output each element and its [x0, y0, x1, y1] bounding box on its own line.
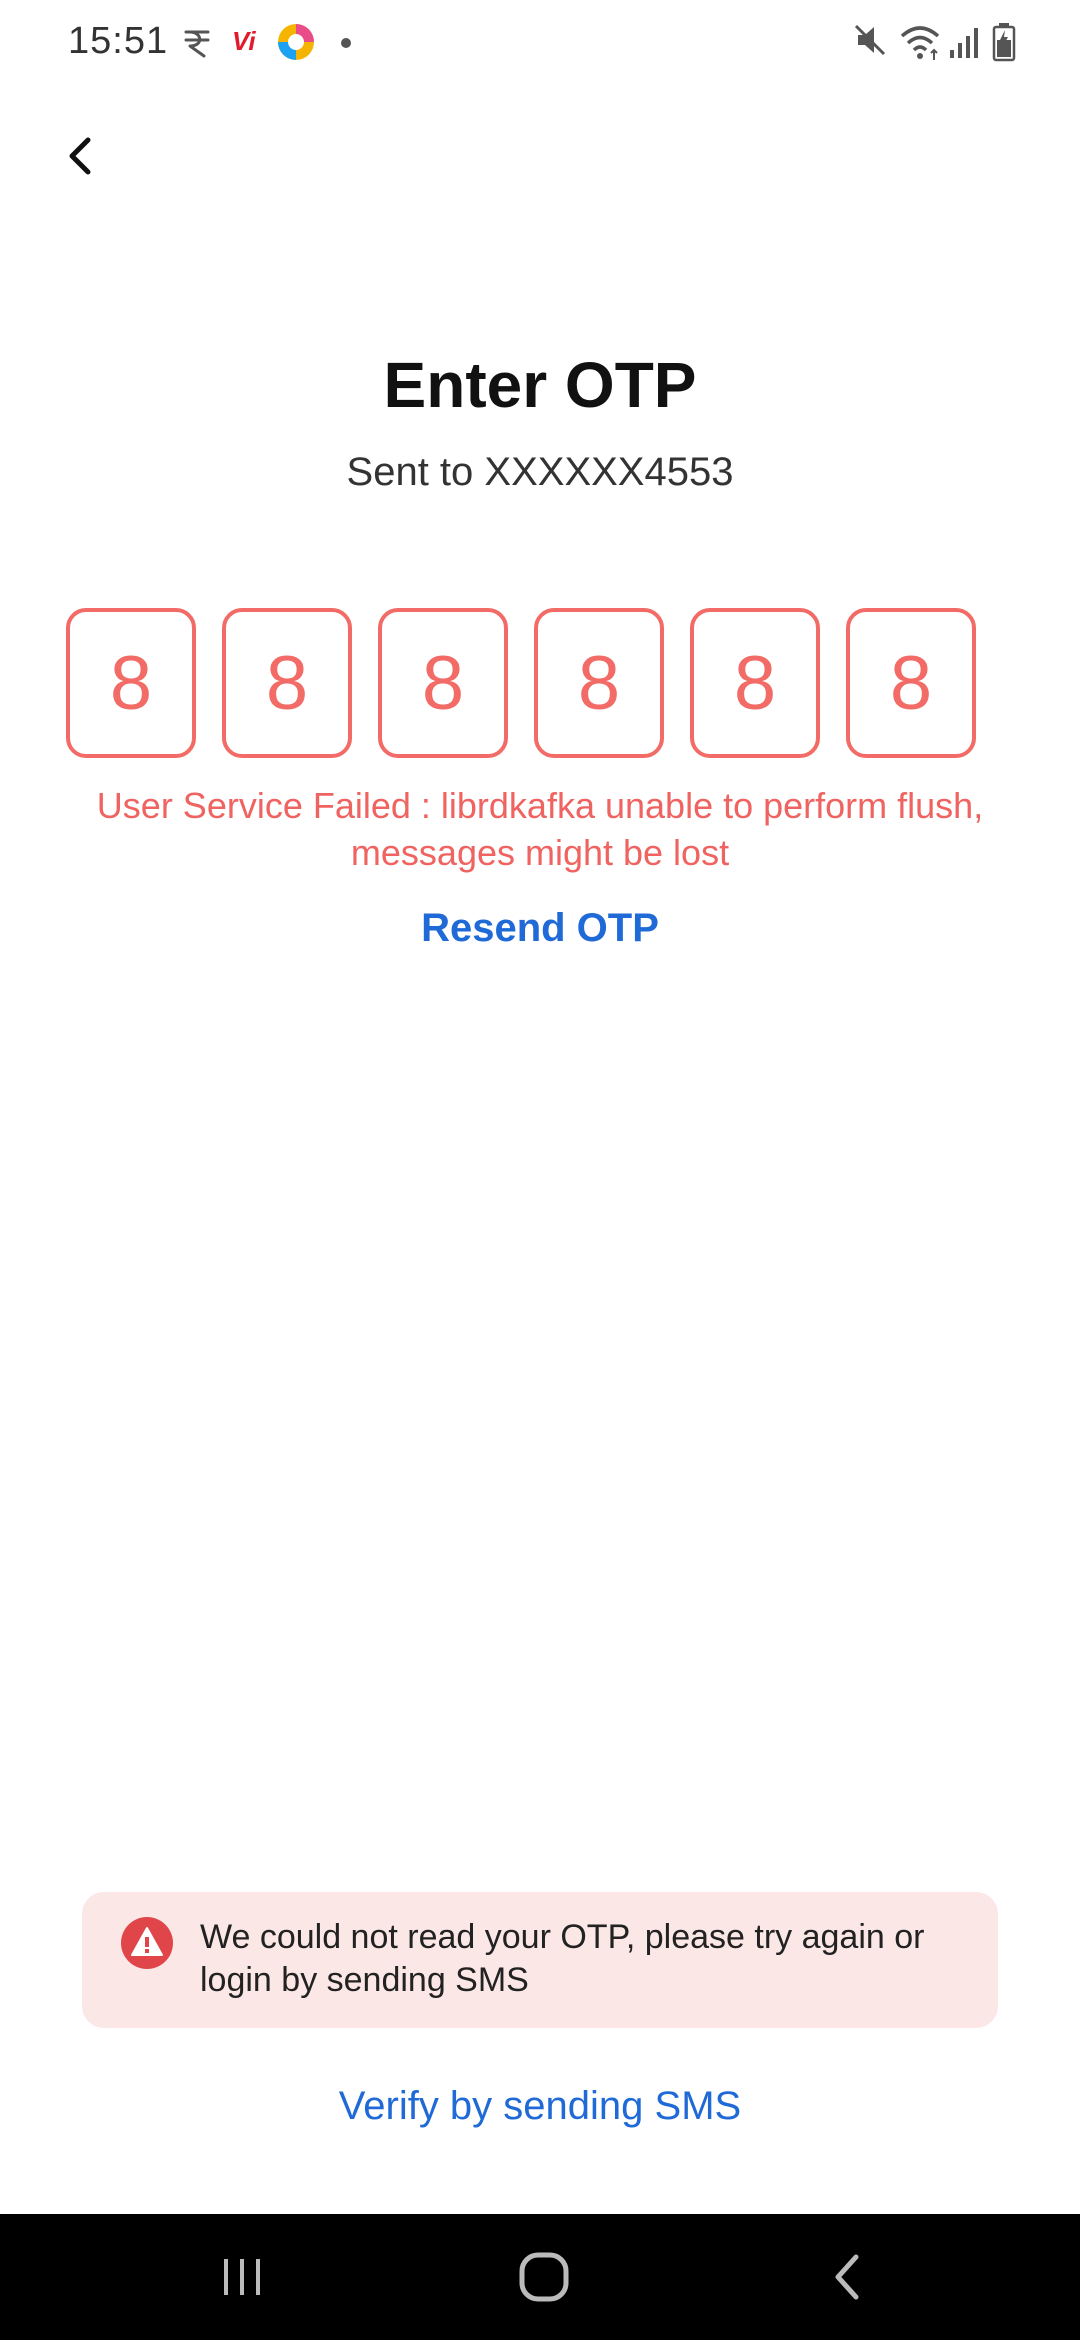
nav-back-button[interactable] — [788, 2234, 908, 2320]
otp-digit-input-1[interactable]: 8 — [66, 608, 196, 758]
recents-icon — [224, 2259, 260, 2295]
otp-input-row: 8 8 8 8 8 8 — [66, 608, 978, 760]
rupee-icon — [180, 26, 214, 65]
otp-digit-input-4[interactable]: 8 — [534, 608, 664, 758]
alert-message: We could not read your OTP, please try a… — [200, 1918, 925, 1999]
verify-by-sms-button[interactable]: Verify by sending SMS — [0, 2084, 1080, 2129]
vi-carrier-icon: Vi — [232, 26, 256, 56]
dot-icon — [340, 36, 352, 54]
back-button[interactable] — [44, 120, 116, 192]
recents-button[interactable] — [182, 2234, 302, 2320]
status-time: 15:51 — [68, 20, 169, 62]
navigation-bar — [0, 2214, 1080, 2340]
home-icon — [519, 2252, 569, 2302]
signal-icon — [948, 24, 984, 65]
status-bar: 15:51 Vi — [0, 0, 1080, 86]
otp-digit-input-2[interactable]: 8 — [222, 608, 352, 758]
wifi-icon — [898, 22, 942, 67]
page-subtitle: Sent to XXXXXX4553 — [346, 450, 734, 494]
resend-otp-button[interactable]: Resend OTP — [0, 906, 1080, 951]
otp-digit-input-6[interactable]: 8 — [846, 608, 976, 758]
battery-icon — [992, 22, 1016, 67]
nav-back-icon — [835, 2254, 859, 2300]
warning-icon — [120, 1916, 174, 1970]
alert-banner: We could not read your OTP, please try a… — [82, 1892, 998, 2028]
otp-digit-input-5[interactable]: 8 — [690, 608, 820, 758]
page-title: Enter OTP — [383, 349, 697, 421]
colorful-app-icon — [276, 22, 316, 67]
error-message: User Service Failed : librdkafka unable … — [96, 785, 984, 873]
mute-icon — [852, 22, 888, 63]
home-button[interactable] — [484, 2234, 604, 2320]
otp-digit-input-3[interactable]: 8 — [378, 608, 508, 758]
back-arrow-icon — [69, 137, 91, 175]
